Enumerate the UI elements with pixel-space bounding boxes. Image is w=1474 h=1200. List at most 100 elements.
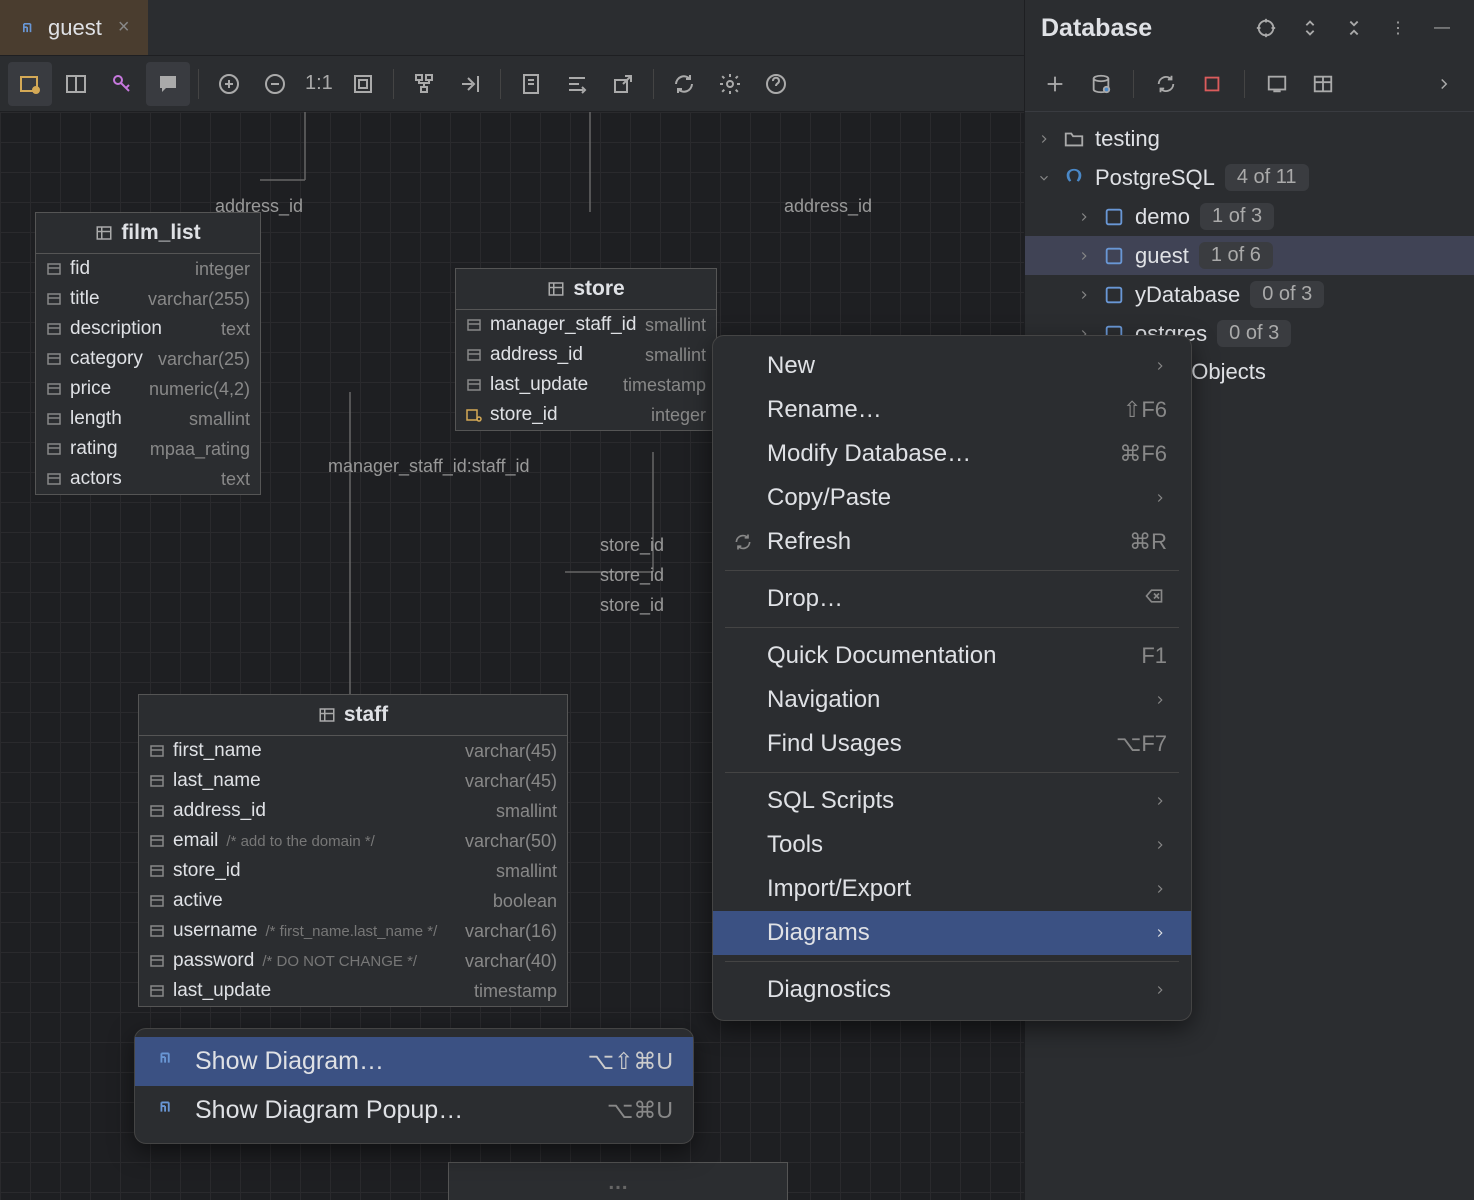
- tool-key[interactable]: [100, 62, 144, 106]
- menu-item-drop-[interactable]: Drop…: [713, 577, 1191, 621]
- chevron-right-icon: [1153, 831, 1167, 859]
- submenu-shortcut: ⌥⌘U: [607, 1097, 673, 1124]
- column-icon: [46, 441, 62, 457]
- tree-arrow-icon[interactable]: [1077, 204, 1093, 230]
- tree-item-guest[interactable]: guest1 of 6: [1025, 236, 1474, 275]
- tool-zoom-out[interactable]: [253, 62, 297, 106]
- menu-item-quick-documentation[interactable]: Quick DocumentationF1: [713, 634, 1191, 678]
- table-column: actorstext: [36, 464, 260, 494]
- submenu-item-show-diagram-popup-[interactable]: Show Diagram Popup…⌥⌘U: [135, 1086, 693, 1135]
- tool-export[interactable]: [601, 62, 645, 106]
- stop-button[interactable]: [1194, 66, 1230, 102]
- entity-header: …: [449, 1163, 787, 1200]
- entity-staff[interactable]: staff first_namevarchar(45)last_namevarc…: [138, 694, 568, 1007]
- minimize-icon[interactable]: —: [1426, 12, 1458, 44]
- tree-item-icon: [1063, 167, 1085, 189]
- chevron-right-icon: [1153, 919, 1167, 947]
- menu-item-diagrams[interactable]: Diagrams: [713, 911, 1191, 955]
- menu-item-tools[interactable]: Tools: [713, 823, 1191, 867]
- column-icon: [149, 773, 165, 789]
- relation-label: manager_staff_id:staff_id: [328, 456, 529, 477]
- chevron-right-icon[interactable]: [1426, 66, 1462, 102]
- expand-icon[interactable]: [1294, 12, 1326, 44]
- menu-item-rename-[interactable]: Rename…⇧F6: [713, 388, 1191, 432]
- refresh-button[interactable]: [1148, 66, 1184, 102]
- tree-badge: 0 of 3: [1250, 281, 1324, 308]
- menu-label: Find Usages: [767, 730, 1104, 758]
- collapse-icon[interactable]: [1338, 12, 1370, 44]
- chevron-right-icon: [1153, 787, 1167, 815]
- tool-structure-key[interactable]: [8, 62, 52, 106]
- tree-item-postgresql[interactable]: PostgreSQL 4 of 11: [1025, 158, 1474, 197]
- entity-header: staff: [139, 695, 567, 736]
- chevron-right-icon: [1153, 484, 1167, 512]
- tree-item-label: demo: [1135, 204, 1190, 230]
- menu-shortcut: F1: [1141, 643, 1167, 669]
- tree-item-demo[interactable]: demo 1 of 3: [1025, 197, 1474, 236]
- table-column: categoryvarchar(25): [36, 344, 260, 374]
- menu-item-diagnostics[interactable]: Diagnostics: [713, 968, 1191, 1012]
- tree-arrow-icon[interactable]: [1077, 243, 1093, 269]
- menu-item-new[interactable]: New: [713, 344, 1191, 388]
- relation-label: store_id: [600, 565, 664, 586]
- tool-help[interactable]: [754, 62, 798, 106]
- tree-arrow-icon[interactable]: [1077, 282, 1093, 308]
- tool-layout-split[interactable]: [54, 62, 98, 106]
- column-icon: [149, 923, 165, 939]
- close-icon[interactable]: ×: [118, 16, 130, 39]
- tool-settings[interactable]: [708, 62, 752, 106]
- table-column: address_idsmallint: [456, 340, 716, 370]
- tool-route[interactable]: [448, 62, 492, 106]
- submenu-item-show-diagram-[interactable]: Show Diagram…⌥⇧⌘U: [135, 1037, 693, 1086]
- table-column: lengthsmallint: [36, 404, 260, 434]
- tool-comment[interactable]: [146, 62, 190, 106]
- relation-label: address_id: [784, 196, 872, 217]
- zoom-level[interactable]: 1:1: [299, 72, 339, 95]
- entity-film-list[interactable]: film_list fidintegertitlevarchar(255)des…: [35, 212, 261, 495]
- entity-header: film_list: [36, 213, 260, 254]
- menu-item-navigation[interactable]: Navigation: [713, 678, 1191, 722]
- table-view-button[interactable]: [1305, 66, 1341, 102]
- table-column: last_updatetimestamp: [139, 976, 567, 1006]
- target-icon[interactable]: [1250, 12, 1282, 44]
- menu-label: Modify Database…: [767, 440, 1107, 468]
- tab-guest[interactable]: guest ×: [0, 0, 148, 55]
- tree-item-testing[interactable]: testing: [1025, 120, 1474, 158]
- entity-store[interactable]: store manager_staff_idsmallintaddress_id…: [455, 268, 717, 431]
- tool-align[interactable]: [555, 62, 599, 106]
- menu-item-import-export[interactable]: Import/Export: [713, 867, 1191, 911]
- table-column: pricenumeric(4,2): [36, 374, 260, 404]
- menu-item-modify-database-[interactable]: Modify Database…⌘F6: [713, 432, 1191, 476]
- tree-item-label: PostgreSQL: [1095, 165, 1215, 191]
- table-column: store_idsmallint: [139, 856, 567, 886]
- tree-item-icon: [1103, 245, 1125, 267]
- tree-arrow-icon[interactable]: [1037, 126, 1053, 152]
- menu-item-copy-paste[interactable]: Copy/Paste: [713, 476, 1191, 520]
- menu-item-refresh[interactable]: Refresh⌘R: [713, 520, 1191, 564]
- tab-label: guest: [48, 15, 102, 41]
- column-icon: [46, 291, 62, 307]
- datasource-props-button[interactable]: [1083, 66, 1119, 102]
- tree-badge: 1 of 3: [1200, 203, 1274, 230]
- table-column: last_namevarchar(45): [139, 766, 567, 796]
- tree-item-mydatabase[interactable]: yDatabase0 of 3: [1025, 275, 1474, 314]
- menu-label: Navigation: [767, 686, 1141, 714]
- jump-to-console-button[interactable]: [1259, 66, 1295, 102]
- add-button[interactable]: [1037, 66, 1073, 102]
- diagram-icon: [155, 1096, 183, 1125]
- menu-item-find-usages[interactable]: Find Usages⌥F7: [713, 722, 1191, 766]
- tool-layout[interactable]: [402, 62, 446, 106]
- tool-fit[interactable]: [341, 62, 385, 106]
- menu-separator: [725, 772, 1179, 773]
- tool-refresh[interactable]: [662, 62, 706, 106]
- table-column: username/* first_name.last_name */varcha…: [139, 916, 567, 946]
- menu-item-sql-scripts[interactable]: SQL Scripts: [713, 779, 1191, 823]
- more-icon[interactable]: ⋮: [1382, 12, 1414, 44]
- entity-truncated[interactable]: … fid integer: [448, 1162, 788, 1200]
- refresh-icon: [731, 532, 755, 552]
- menu-label: Diagrams: [767, 919, 1141, 947]
- tool-zoom-in[interactable]: [207, 62, 251, 106]
- tree-badge: 4 of 11: [1225, 164, 1309, 191]
- tool-notes[interactable]: [509, 62, 553, 106]
- tree-arrow-icon[interactable]: [1037, 165, 1053, 191]
